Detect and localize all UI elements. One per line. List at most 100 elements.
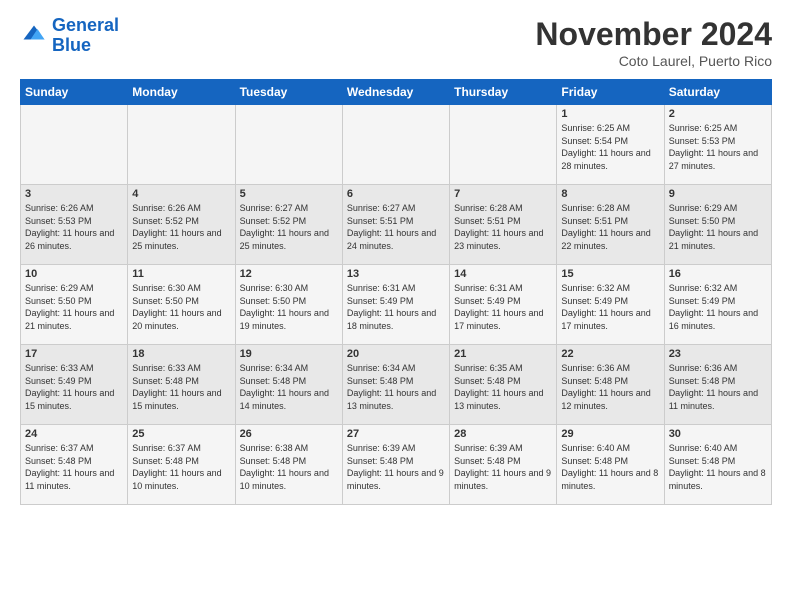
cell-0-5: 1 Sunrise: 6:25 AM Sunset: 5:54 PM Daylig…	[557, 105, 664, 185]
cell-3-2: 19 Sunrise: 6:34 AM Sunset: 5:48 PM Dayli…	[235, 345, 342, 425]
day-num-2-2: 12	[240, 268, 338, 280]
day-num-2-0: 10	[25, 268, 123, 280]
cell-1-4: 7 Sunrise: 6:28 AM Sunset: 5:51 PM Daylig…	[450, 185, 557, 265]
page: General Blue November 2024 Coto Laurel, …	[0, 0, 792, 515]
day-num-3-6: 23	[669, 348, 767, 360]
day-num-4-6: 30	[669, 428, 767, 440]
header: General Blue November 2024 Coto Laurel, …	[20, 16, 772, 69]
day-num-4-3: 27	[347, 428, 445, 440]
day-info-1-3: Sunrise: 6:27 AM Sunset: 5:51 PM Dayligh…	[347, 202, 445, 252]
cell-0-3	[342, 105, 449, 185]
logo: General Blue	[20, 16, 119, 56]
day-num-1-2: 5	[240, 188, 338, 200]
cell-4-3: 27 Sunrise: 6:39 AM Sunset: 5:48 PM Dayli…	[342, 425, 449, 505]
day-num-3-0: 17	[25, 348, 123, 360]
cell-0-6: 2 Sunrise: 6:25 AM Sunset: 5:53 PM Daylig…	[664, 105, 771, 185]
day-num-3-5: 22	[561, 348, 659, 360]
day-info-3-3: Sunrise: 6:34 AM Sunset: 5:48 PM Dayligh…	[347, 362, 445, 412]
day-num-4-2: 26	[240, 428, 338, 440]
day-num-2-5: 15	[561, 268, 659, 280]
day-num-1-5: 8	[561, 188, 659, 200]
day-num-0-5: 1	[561, 108, 659, 120]
day-num-2-4: 14	[454, 268, 552, 280]
cell-4-1: 25 Sunrise: 6:37 AM Sunset: 5:48 PM Dayli…	[128, 425, 235, 505]
day-num-3-4: 21	[454, 348, 552, 360]
day-info-4-3: Sunrise: 6:39 AM Sunset: 5:48 PM Dayligh…	[347, 442, 445, 492]
day-num-2-3: 13	[347, 268, 445, 280]
day-info-1-1: Sunrise: 6:26 AM Sunset: 5:52 PM Dayligh…	[132, 202, 230, 252]
cell-0-0	[21, 105, 128, 185]
day-info-4-0: Sunrise: 6:37 AM Sunset: 5:48 PM Dayligh…	[25, 442, 123, 492]
logo-icon	[20, 22, 48, 50]
day-num-2-1: 11	[132, 268, 230, 280]
cell-2-0: 10 Sunrise: 6:29 AM Sunset: 5:50 PM Dayli…	[21, 265, 128, 345]
cell-3-0: 17Sunrise: 6:33 AM Sunset: 5:49 PM Dayli…	[21, 345, 128, 425]
header-friday: Friday	[557, 80, 664, 105]
day-info-2-5: Sunrise: 6:32 AM Sunset: 5:49 PM Dayligh…	[561, 282, 659, 332]
day-info-2-4: Sunrise: 6:31 AM Sunset: 5:49 PM Dayligh…	[454, 282, 552, 332]
day-num-4-4: 28	[454, 428, 552, 440]
day-num-4-1: 25	[132, 428, 230, 440]
day-num-1-4: 7	[454, 188, 552, 200]
header-monday: Monday	[128, 80, 235, 105]
day-info-0-6: Sunrise: 6:25 AM Sunset: 5:53 PM Dayligh…	[669, 122, 767, 172]
cell-2-3: 13 Sunrise: 6:31 AM Sunset: 5:49 PM Dayli…	[342, 265, 449, 345]
day-info-1-5: Sunrise: 6:28 AM Sunset: 5:51 PM Dayligh…	[561, 202, 659, 252]
day-num-1-0: 3	[25, 188, 123, 200]
day-info-3-5: Sunrise: 6:36 AM Sunset: 5:48 PM Dayligh…	[561, 362, 659, 412]
header-saturday: Saturday	[664, 80, 771, 105]
day-num-3-3: 20	[347, 348, 445, 360]
cell-0-2	[235, 105, 342, 185]
location: Coto Laurel, Puerto Rico	[535, 53, 772, 69]
logo-text: General Blue	[52, 16, 119, 56]
month-title: November 2024	[535, 16, 772, 53]
day-info-3-1: Sunrise: 6:33 AM Sunset: 5:48 PM Dayligh…	[132, 362, 230, 412]
cell-2-6: 16Sunrise: 6:32 AM Sunset: 5:49 PM Dayli…	[664, 265, 771, 345]
cell-0-1	[128, 105, 235, 185]
day-info-4-1: Sunrise: 6:37 AM Sunset: 5:48 PM Dayligh…	[132, 442, 230, 492]
logo-line1: General	[52, 15, 119, 35]
cell-2-5: 15 Sunrise: 6:32 AM Sunset: 5:49 PM Dayli…	[557, 265, 664, 345]
cell-1-3: 6Sunrise: 6:27 AM Sunset: 5:51 PM Daylig…	[342, 185, 449, 265]
cell-1-6: 9 Sunrise: 6:29 AM Sunset: 5:50 PM Daylig…	[664, 185, 771, 265]
week-row-0: 1 Sunrise: 6:25 AM Sunset: 5:54 PM Daylig…	[21, 105, 772, 185]
day-num-3-1: 18	[132, 348, 230, 360]
day-info-2-0: Sunrise: 6:29 AM Sunset: 5:50 PM Dayligh…	[25, 282, 123, 332]
calendar-table: Sunday Monday Tuesday Wednesday Thursday…	[20, 79, 772, 505]
cell-1-5: 8 Sunrise: 6:28 AM Sunset: 5:51 PM Daylig…	[557, 185, 664, 265]
day-headers: Sunday Monday Tuesday Wednesday Thursday…	[21, 80, 772, 105]
day-num-4-0: 24	[25, 428, 123, 440]
day-info-2-3: Sunrise: 6:31 AM Sunset: 5:49 PM Dayligh…	[347, 282, 445, 332]
cell-2-2: 12 Sunrise: 6:30 AM Sunset: 5:50 PM Dayli…	[235, 265, 342, 345]
day-info-1-4: Sunrise: 6:28 AM Sunset: 5:51 PM Dayligh…	[454, 202, 552, 252]
cell-1-0: 3 Sunrise: 6:26 AM Sunset: 5:53 PM Daylig…	[21, 185, 128, 265]
header-sunday: Sunday	[21, 80, 128, 105]
day-info-0-5: Sunrise: 6:25 AM Sunset: 5:54 PM Dayligh…	[561, 122, 659, 172]
cell-3-6: 23 Sunrise: 6:36 AM Sunset: 5:48 PM Dayli…	[664, 345, 771, 425]
day-info-4-2: Sunrise: 6:38 AM Sunset: 5:48 PM Dayligh…	[240, 442, 338, 492]
header-tuesday: Tuesday	[235, 80, 342, 105]
day-num-3-2: 19	[240, 348, 338, 360]
day-info-3-6: Sunrise: 6:36 AM Sunset: 5:48 PM Dayligh…	[669, 362, 767, 412]
day-info-2-2: Sunrise: 6:30 AM Sunset: 5:50 PM Dayligh…	[240, 282, 338, 332]
cell-3-4: 21 Sunrise: 6:35 AM Sunset: 5:48 PM Dayli…	[450, 345, 557, 425]
day-info-3-4: Sunrise: 6:35 AM Sunset: 5:48 PM Dayligh…	[454, 362, 552, 412]
cell-2-1: 11Sunrise: 6:30 AM Sunset: 5:50 PM Dayli…	[128, 265, 235, 345]
day-info-1-6: Sunrise: 6:29 AM Sunset: 5:50 PM Dayligh…	[669, 202, 767, 252]
cell-1-1: 4Sunrise: 6:26 AM Sunset: 5:52 PM Daylig…	[128, 185, 235, 265]
day-info-1-0: Sunrise: 6:26 AM Sunset: 5:53 PM Dayligh…	[25, 202, 123, 252]
logo-line2: Blue	[52, 35, 91, 55]
cell-3-1: 18 Sunrise: 6:33 AM Sunset: 5:48 PM Dayli…	[128, 345, 235, 425]
day-num-0-6: 2	[669, 108, 767, 120]
day-info-3-2: Sunrise: 6:34 AM Sunset: 5:48 PM Dayligh…	[240, 362, 338, 412]
cell-1-2: 5Sunrise: 6:27 AM Sunset: 5:52 PM Daylig…	[235, 185, 342, 265]
day-num-1-6: 9	[669, 188, 767, 200]
cell-3-5: 22 Sunrise: 6:36 AM Sunset: 5:48 PM Dayli…	[557, 345, 664, 425]
cell-4-6: 30Sunrise: 6:40 AM Sunset: 5:48 PM Dayli…	[664, 425, 771, 505]
day-num-2-6: 16	[669, 268, 767, 280]
week-row-1: 3 Sunrise: 6:26 AM Sunset: 5:53 PM Daylig…	[21, 185, 772, 265]
day-info-4-5: Sunrise: 6:40 AM Sunset: 5:48 PM Dayligh…	[561, 442, 659, 492]
week-row-4: 24 Sunrise: 6:37 AM Sunset: 5:48 PM Dayli…	[21, 425, 772, 505]
cell-4-2: 26 Sunrise: 6:38 AM Sunset: 5:48 PM Dayli…	[235, 425, 342, 505]
cell-2-4: 14 Sunrise: 6:31 AM Sunset: 5:49 PM Dayli…	[450, 265, 557, 345]
